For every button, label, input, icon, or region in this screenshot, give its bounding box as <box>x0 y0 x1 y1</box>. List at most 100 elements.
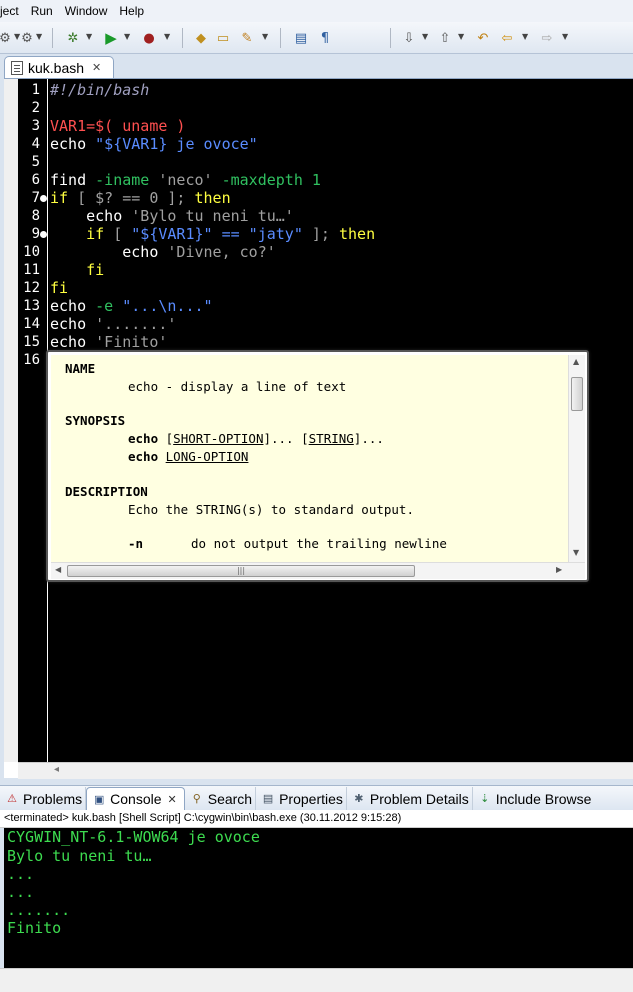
line-number: 8 <box>31 208 40 224</box>
chevron-down-icon[interactable]: ▼ <box>422 32 428 41</box>
code-token: echo <box>50 297 96 315</box>
man-page-content: NAME echo - display a line of text SYNOP… <box>51 355 568 562</box>
pen-icon[interactable]: ✎ <box>238 29 256 47</box>
code-token: fi <box>50 261 105 279</box>
popup-vertical-scrollbar[interactable]: ▲ ▼ <box>568 355 585 562</box>
tab-problem-details[interactable]: ✱ Problem Details <box>347 787 473 810</box>
code-line: find -iname 'neco' -maxdepth 1 <box>50 171 321 189</box>
scroll-left-icon[interactable]: ◀ <box>55 565 61 574</box>
debug-icon[interactable]: ✲ <box>64 29 82 47</box>
chevron-down-icon[interactable]: ▼ <box>36 32 42 41</box>
console-process-label: <terminated> kuk.bash [Shell Script] C:\… <box>0 810 633 828</box>
menu-window[interactable]: Window <box>59 4 114 18</box>
hover-help-popup[interactable]: NAME echo - display a line of text SYNOP… <box>46 350 589 582</box>
line-number: 3 <box>31 118 40 134</box>
view-tab-bar: ⚠ Problems ▣ Console ✕ ⚲ Search ▤ Proper… <box>0 785 633 810</box>
chevron-down-icon[interactable]: ▼ <box>458 32 464 41</box>
code-token: echo <box>50 207 132 225</box>
next-annotation-icon[interactable]: ⇩ <box>400 29 418 47</box>
scroll-right-icon[interactable]: ▶ <box>556 565 562 574</box>
toolbar-separator <box>52 28 53 48</box>
scroll-down-icon[interactable]: ▼ <box>573 548 579 557</box>
code-token: VAR1=$( uname ) <box>50 117 186 135</box>
code-line: fi <box>50 279 68 297</box>
tab-properties-label: Properties <box>279 790 343 807</box>
code-line: echo -e "...\n..." <box>50 297 213 315</box>
toolbar-separator <box>390 28 391 48</box>
external-tools-icon[interactable]: ● <box>140 29 158 47</box>
close-icon[interactable]: ✕ <box>92 61 101 74</box>
scroll-thumb[interactable]: ||| <box>67 565 415 577</box>
console-output[interactable]: CYGWIN_NT-6.1-WOW64 je ovoce Bylo tu nen… <box>4 828 633 968</box>
tab-include-browser[interactable]: ⇣ Include Browse <box>473 787 595 810</box>
code-line: VAR1=$( uname ) <box>50 117 185 135</box>
chevron-down-icon[interactable]: ▼ <box>262 32 268 41</box>
run-icon[interactable]: ▶ <box>102 29 120 47</box>
editor-horizontal-scrollbar[interactable]: ◂ <box>18 762 633 779</box>
line-number: 12 <box>23 280 40 296</box>
tab-console[interactable]: ▣ Console ✕ <box>86 787 185 810</box>
scroll-up-icon[interactable]: ▲ <box>573 357 579 366</box>
tab-problems[interactable]: ⚠ Problems <box>0 787 87 810</box>
scroll-left-icon[interactable]: ◂ <box>54 764 59 775</box>
previous-annotation-icon[interactable]: ⇧ <box>436 29 454 47</box>
code-line: if [ "${VAR1}" == "jaty" ]; then <box>50 225 375 243</box>
tab-search[interactable]: ⚲ Search <box>185 787 257 810</box>
show-whitespace-icon[interactable]: ¶ <box>316 29 334 47</box>
fold-marker-icon[interactable] <box>40 195 47 202</box>
man-option-flag: -n <box>128 536 144 551</box>
chevron-down-icon[interactable]: ▼ <box>124 32 130 41</box>
code-token: echo <box>50 135 96 153</box>
chevron-down-icon[interactable]: ▼ <box>522 32 528 41</box>
cog-icon[interactable]: ⚙ <box>18 29 36 47</box>
man-description-heading: DESCRIPTION <box>65 484 148 499</box>
code-token: "${VAR1} je ovoce" <box>95 135 258 153</box>
tab-search-label: Search <box>207 790 253 807</box>
code-line: echo 'Bylo tu neni tu…' <box>50 207 294 225</box>
editor-tab-kuk-bash[interactable]: kuk.bash ✕ <box>4 56 114 78</box>
code-token: "${VAR1}" == "jaty" <box>131 225 303 243</box>
code-line: fi <box>50 261 104 279</box>
line-number: 15 <box>23 334 40 350</box>
line-number: 13 <box>23 298 40 314</box>
chevron-down-icon[interactable]: ▼ <box>164 32 170 41</box>
console-horizontal-scrollbar[interactable] <box>0 968 633 992</box>
line-number: 2 <box>31 100 40 116</box>
menu-project[interactable]: ject <box>0 4 25 18</box>
forward-icon[interactable]: ⇨ <box>538 29 556 47</box>
code-token: if <box>50 225 114 243</box>
popup-horizontal-scrollbar[interactable]: ◀ ||| ▶ <box>51 562 585 579</box>
open-folder-icon[interactable]: ▭ <box>214 29 232 47</box>
man-synopsis-line-2: echo LONG-OPTION <box>128 449 249 464</box>
code-line: echo 'Finito' <box>50 333 167 351</box>
tab-console-label: Console <box>110 791 162 807</box>
code-line: echo '.......' <box>50 315 176 333</box>
man-description-text: Echo the STRING(s) to standard output. <box>128 502 414 517</box>
scroll-thumb[interactable] <box>571 377 583 411</box>
gear-icon[interactable]: ⚙ <box>0 29 14 47</box>
code-token: 'Bylo tu neni tu…' <box>131 207 294 225</box>
code-token: find <box>50 171 96 189</box>
code-line: #!/bin/bash <box>50 81 149 99</box>
toggle-block-icon[interactable]: ▤ <box>292 29 310 47</box>
back-icon[interactable]: ⇦ <box>498 29 516 47</box>
tab-properties[interactable]: ▤ Properties <box>256 787 347 810</box>
code-token: '.......' <box>95 315 177 333</box>
close-icon[interactable]: ✕ <box>168 793 177 806</box>
chevron-down-icon[interactable]: ▼ <box>562 32 568 41</box>
line-number: 16 <box>23 352 40 368</box>
code-token: if <box>50 189 78 207</box>
code-token: -maxdepth 1 <box>221 171 321 189</box>
toolbar-separator <box>182 28 183 48</box>
menu-run[interactable]: Run <box>25 4 59 18</box>
chevron-down-icon[interactable]: ▼ <box>86 32 92 41</box>
menu-help[interactable]: Help <box>113 4 150 18</box>
code-token: 'Finito' <box>95 333 168 351</box>
last-edit-icon[interactable]: ↶ <box>474 29 492 47</box>
code-token: "...\n..." <box>122 297 213 315</box>
tab-problem-details-label: Problem Details <box>369 790 469 807</box>
open-type-icon[interactable]: ◆ <box>192 29 210 47</box>
fold-marker-icon[interactable] <box>40 231 47 238</box>
tab-problems-label: Problems <box>23 790 83 807</box>
editor-tab-label: kuk.bash <box>28 59 85 76</box>
